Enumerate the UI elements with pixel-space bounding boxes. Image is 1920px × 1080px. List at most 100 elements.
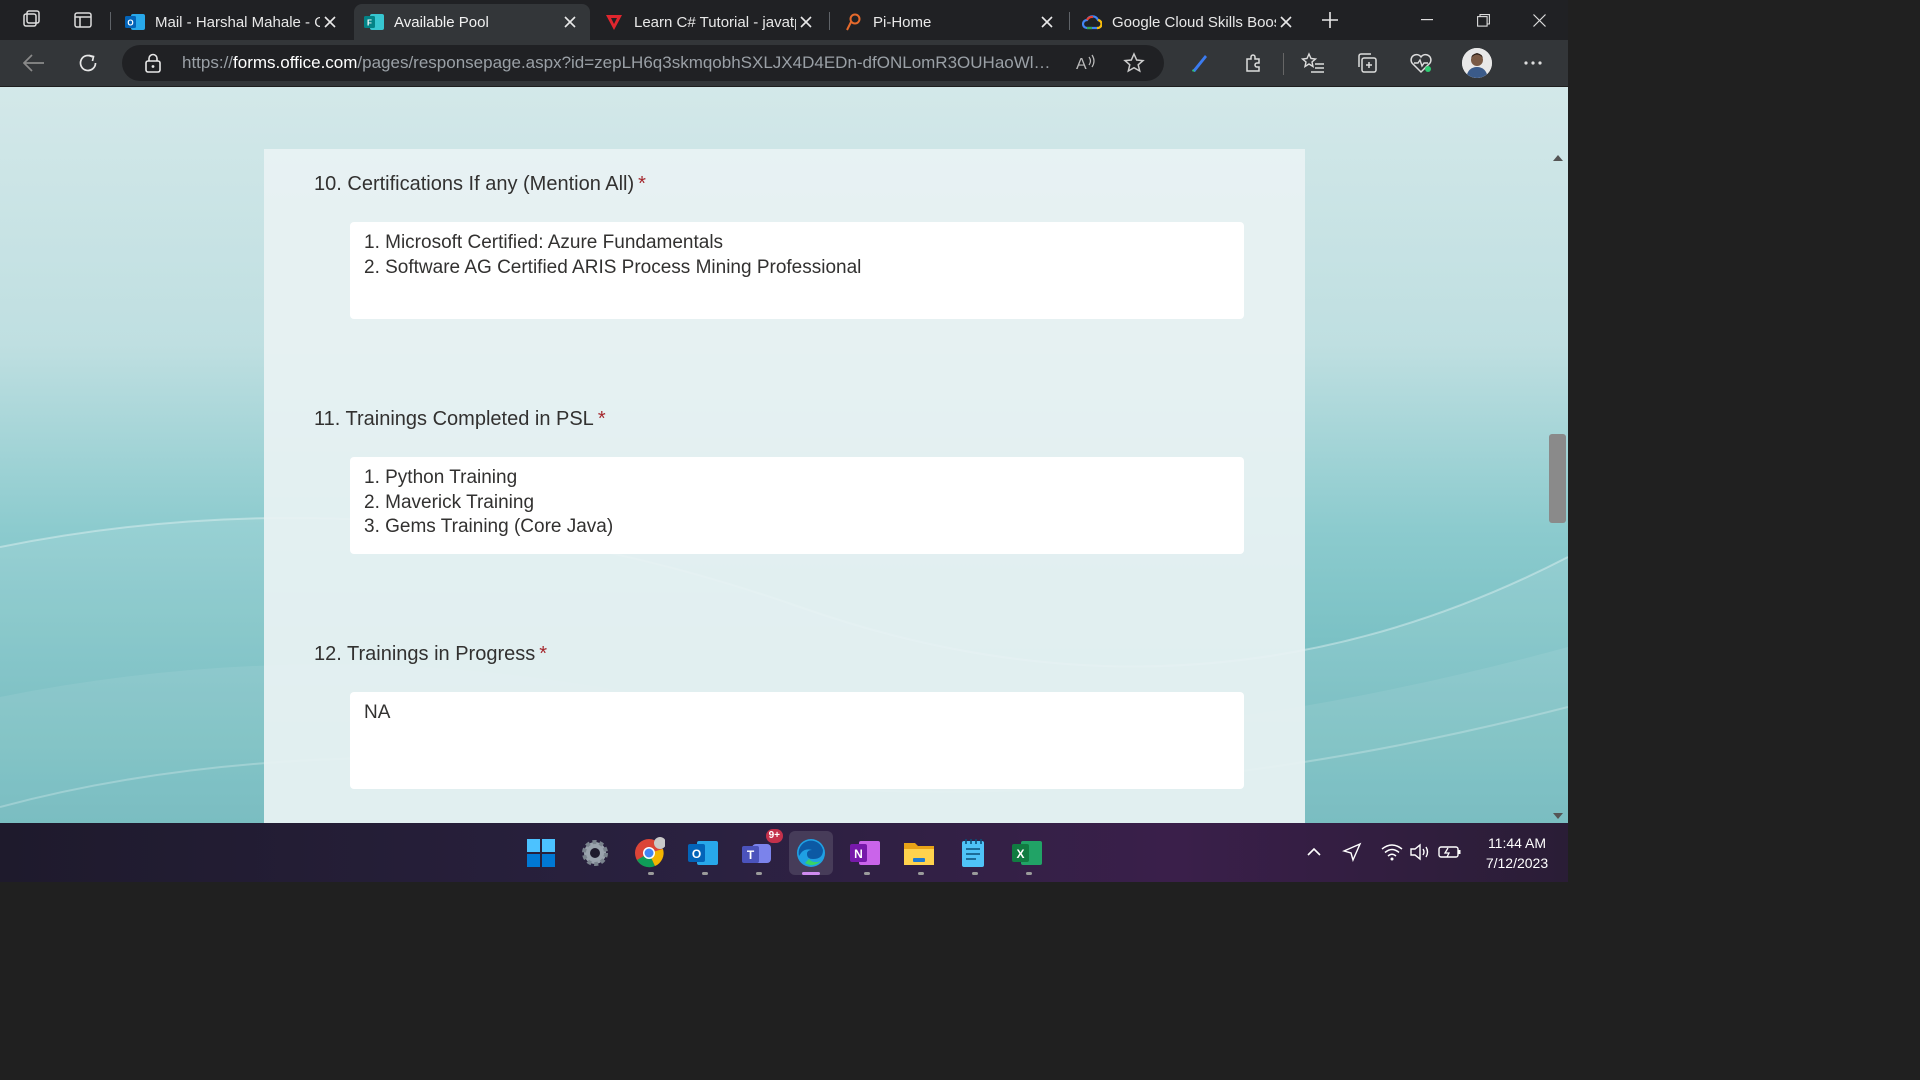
teams-icon[interactable]: T 9+	[735, 829, 783, 875]
vertical-tabs-icon[interactable]	[69, 6, 97, 34]
volume-icon[interactable]	[1408, 840, 1432, 864]
windows-taskbar: O T 9+ N X 11:44 AM 7/12/2023	[0, 823, 1568, 882]
tab-available-pool[interactable]: F Available Pool	[354, 4, 590, 40]
running-indicator	[918, 872, 924, 875]
notepad-icon[interactable]	[951, 831, 995, 875]
clock-time: 11:44 AM	[1487, 835, 1547, 851]
lock-icon[interactable]	[144, 53, 162, 78]
clock-date: 7/12/2023	[1485, 855, 1549, 871]
svg-text:F: F	[367, 19, 372, 28]
url-host: forms.office.com	[233, 53, 358, 72]
read-aloud-icon[interactable]: A	[1075, 52, 1097, 79]
close-tab-icon[interactable]	[560, 12, 580, 32]
close-tab-icon[interactable]	[1037, 12, 1057, 32]
address-bar[interactable]: https://forms.office.com/pages/responsep…	[122, 45, 1164, 81]
svg-text:O: O	[692, 847, 701, 861]
forms-icon: F	[364, 12, 384, 32]
tab-google-cloud-skills[interactable]: Google Cloud Skills Boost	[1072, 4, 1306, 40]
settings-icon[interactable]	[573, 831, 617, 875]
tab-javatpoint[interactable]: Learn C# Tutorial - javatpoint	[594, 4, 826, 40]
answer-line: 2. Maverick Training	[364, 491, 535, 513]
question-text: Trainings Completed in PSL	[345, 408, 594, 430]
question-text: Certifications If any (Mention All)	[347, 173, 635, 195]
question-10-title: 10. Certifications If any (Mention All) *	[314, 173, 646, 196]
system-clock[interactable]: 11:44 AM 7/12/2023	[1472, 833, 1562, 873]
running-indicator	[972, 872, 978, 875]
back-icon[interactable]	[18, 48, 50, 78]
form-card: 10. Certifications If any (Mention All) *…	[264, 149, 1305, 823]
copilot-pen-icon[interactable]	[1183, 48, 1215, 78]
question-number: 11.	[314, 408, 341, 430]
tab-title: Google Cloud Skills Boost	[1112, 13, 1276, 31]
question-text: Trainings in Progress	[347, 643, 536, 665]
close-tab-icon[interactable]	[1276, 12, 1296, 32]
minimize-icon[interactable]	[1399, 0, 1455, 40]
answer-line: 3. Gems Training (Core Java)	[364, 516, 614, 537]
running-indicator	[864, 872, 870, 875]
file-explorer-icon[interactable]	[897, 831, 941, 875]
workspaces-icon[interactable]	[18, 6, 46, 34]
new-tab-icon[interactable]	[1316, 6, 1344, 34]
edge-icon[interactable]	[789, 831, 833, 875]
url-prefix: https://	[182, 53, 234, 72]
scrollbar-thumb[interactable]	[1549, 434, 1566, 523]
windows-start-icon[interactable]	[519, 831, 563, 875]
teams-notification-badge: 9+	[765, 829, 783, 843]
url-path: /pages/responsepage.aspx?id=zepLH6q3skmq…	[357, 53, 1057, 72]
required-mark: *	[638, 173, 646, 195]
tab-pi-home[interactable]: Pi-Home	[833, 4, 1067, 40]
question-11-answer-field[interactable]: 1. Python Training 2. Maverick Training …	[350, 457, 1244, 554]
question-12-title: 12. Trainings in Progress *	[314, 643, 547, 666]
outlook-icon: O	[125, 12, 145, 32]
profile-avatar[interactable]	[1462, 48, 1492, 78]
tab-outlook-mail[interactable]: O Mail - Harshal Mahale - Outlook	[115, 4, 350, 40]
answer-line: 1. Python Training	[364, 467, 518, 488]
browser-essentials-icon[interactable]	[1405, 48, 1437, 78]
close-tab-icon[interactable]	[796, 12, 816, 32]
svg-text:O: O	[127, 19, 133, 28]
scroll-down-arrow-icon[interactable]	[1553, 813, 1563, 819]
tab-strip: O Mail - Harshal Mahale - Outlook F Avai…	[0, 0, 1568, 40]
favorite-star-icon[interactable]	[1123, 52, 1145, 79]
tab-title: Mail - Harshal Mahale - Outlook	[155, 13, 320, 31]
wifi-icon[interactable]	[1380, 840, 1404, 864]
browser-toolbar: https://forms.office.com/pages/responsep…	[0, 40, 1568, 87]
question-number: 10.	[314, 173, 342, 195]
close-window-icon[interactable]	[1511, 0, 1567, 40]
tab-title: Available Pool	[394, 13, 489, 31]
collections-icon[interactable]	[1351, 48, 1383, 78]
more-options-icon[interactable]	[1517, 48, 1549, 78]
running-indicator	[702, 872, 708, 875]
svg-text:A: A	[1076, 56, 1087, 73]
scroll-up-arrow-icon[interactable]	[1553, 155, 1563, 161]
location-arrow-icon[interactable]	[1340, 840, 1364, 864]
running-indicator	[648, 872, 654, 875]
favorites-list-icon[interactable]	[1297, 48, 1329, 78]
question-10-answer-field[interactable]: 1. Microsoft Certified: Azure Fundamenta…	[350, 222, 1244, 319]
svg-text:X: X	[1016, 847, 1024, 861]
url-text[interactable]: https://forms.office.com/pages/responsep…	[182, 53, 1057, 73]
refresh-icon[interactable]	[72, 48, 104, 78]
excel-icon[interactable]: X	[1005, 831, 1049, 875]
running-indicator	[756, 872, 762, 875]
chrome-icon[interactable]	[627, 831, 671, 875]
question-11-title: 11. Trainings Completed in PSL *	[314, 408, 606, 431]
restore-icon[interactable]	[1455, 0, 1511, 40]
extensions-icon[interactable]	[1237, 48, 1269, 78]
answer-line: NA	[364, 702, 391, 723]
running-indicator	[1026, 872, 1032, 875]
svg-text:N: N	[854, 847, 863, 861]
chevron-up-icon[interactable]	[1302, 840, 1326, 864]
google-cloud-icon	[1082, 12, 1102, 32]
close-tab-icon[interactable]	[320, 12, 340, 32]
question-12-answer-field[interactable]: NA	[350, 692, 1244, 789]
question-number: 12.	[314, 643, 342, 665]
outlook-icon[interactable]: O	[681, 831, 725, 875]
tab-title: Learn C# Tutorial - javatpoint	[634, 13, 796, 31]
answer-line: 2. Software AG Certified ARIS Process Mi…	[364, 256, 862, 278]
svg-text:T: T	[747, 848, 755, 862]
battery-icon[interactable]	[1438, 840, 1462, 864]
pi-icon	[843, 12, 863, 32]
answer-line: 1. Microsoft Certified: Azure Fundamenta…	[364, 232, 724, 253]
onenote-icon[interactable]: N	[843, 831, 887, 875]
